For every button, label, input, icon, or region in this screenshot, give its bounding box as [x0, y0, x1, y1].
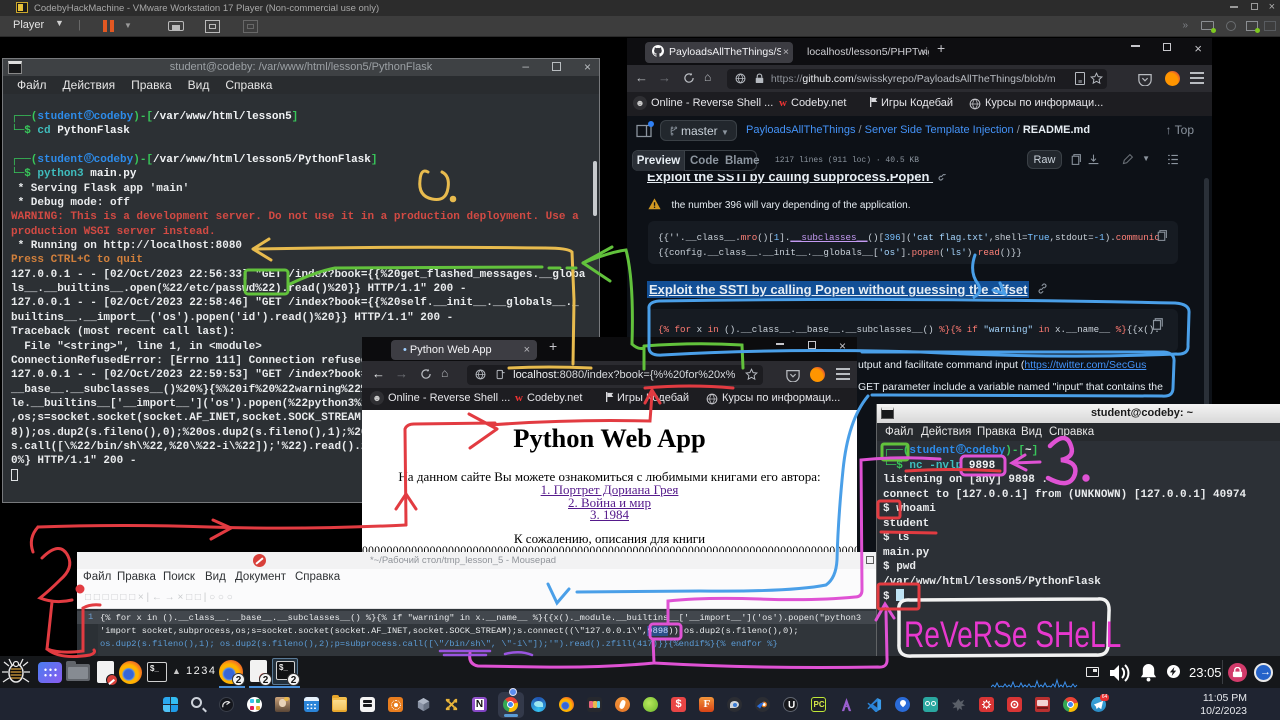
- svg-text:ReVeRSe SHeLL: ReVeRSe SHeLL: [904, 613, 1121, 655]
